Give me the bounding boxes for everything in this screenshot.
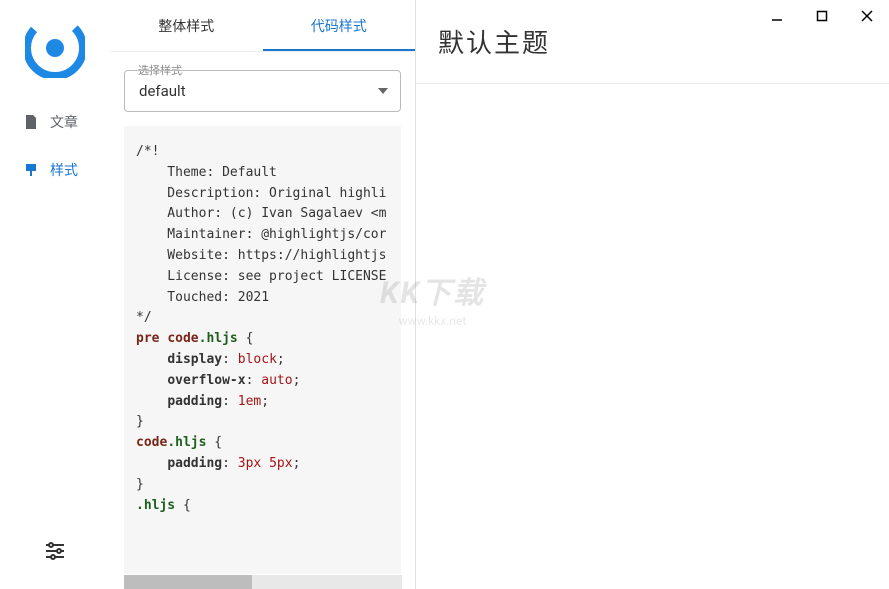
document-icon xyxy=(22,113,40,131)
style-select[interactable]: default xyxy=(124,70,401,112)
app-logo xyxy=(25,18,85,78)
sidebar-item-styles[interactable]: 样式 xyxy=(0,146,110,194)
brush-icon xyxy=(22,161,40,179)
preview-pane: 默认主题 xyxy=(416,0,889,589)
chevron-down-icon xyxy=(378,88,388,94)
maximize-button[interactable] xyxy=(799,0,844,32)
code-preview: /*! Theme: Default Description: Original… xyxy=(124,126,401,574)
minimize-button[interactable] xyxy=(754,0,799,32)
sliders-icon xyxy=(44,542,66,560)
sidebar-item-label: 样式 xyxy=(50,160,78,180)
tabs: 整体样式 代码样式 xyxy=(110,0,415,52)
scrollbar-thumb[interactable] xyxy=(124,575,252,589)
tab-overall-style[interactable]: 整体样式 xyxy=(110,0,263,51)
horizontal-scrollbar[interactable] xyxy=(124,575,402,589)
close-button[interactable] xyxy=(844,0,889,32)
select-value: default xyxy=(139,82,186,100)
sidebar: 文章 样式 xyxy=(0,0,110,589)
sidebar-item-articles[interactable]: 文章 xyxy=(0,98,110,146)
tab-code-style[interactable]: 代码样式 xyxy=(263,0,416,51)
sidebar-item-label: 文章 xyxy=(50,112,78,132)
settings-button[interactable] xyxy=(0,523,110,579)
style-panel: 整体样式 代码样式 选择样式 default /*! Theme: Defaul… xyxy=(110,0,416,589)
